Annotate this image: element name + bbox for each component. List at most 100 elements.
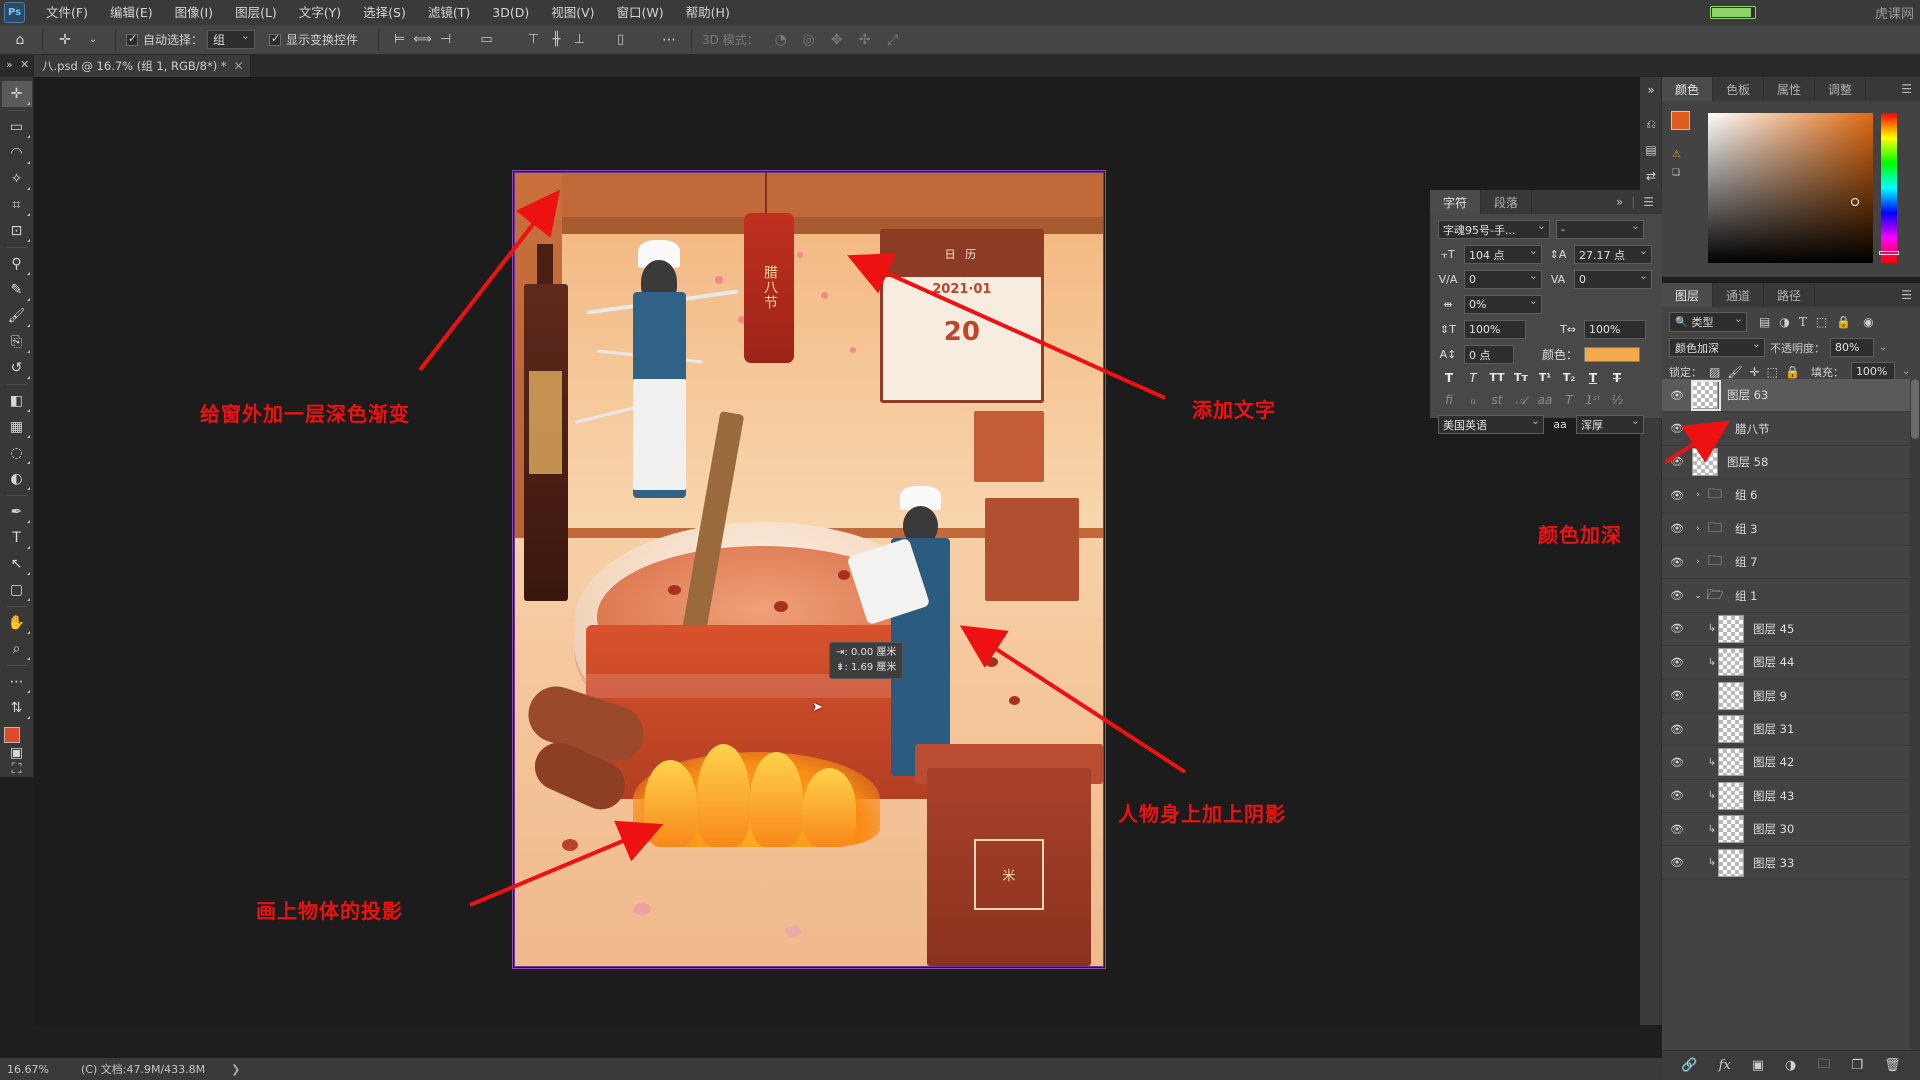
opacity-chevron-icon[interactable]: ⌄ [1879,342,1887,353]
move-tool-icon[interactable]: ✛ [1,81,32,107]
align-right-icon[interactable]: ⊣ [435,29,456,50]
close-icon[interactable]: ✕ [234,59,244,73]
tab-layers[interactable]: 图层 [1662,283,1714,307]
marquee-tool-icon[interactable]: ▭ [2,114,32,140]
shape-filter-icon[interactable]: ⬚ [1816,315,1827,329]
clone-stamp-tool-icon[interactable]: ⎘ [2,329,32,355]
show-transform-checkbox[interactable]: 显示变换控件 [269,31,358,48]
hue-slider-marker[interactable] [1879,251,1899,255]
menu-item-10[interactable]: 帮助(H) [675,0,741,25]
subscript-button[interactable]: T₂ [1559,371,1579,385]
panel-menu-icon[interactable]: ☰ [1901,82,1912,96]
tab-paths[interactable]: 路径 [1764,283,1816,307]
home-icon[interactable]: ⌂ [8,28,32,52]
anti-alias-dropdown[interactable]: 浑厚 [1576,414,1644,434]
brush-tool-icon[interactable]: 🖌 [2,303,32,329]
color-swatches[interactable] [3,727,30,751]
document-tab[interactable]: 八.psd @ 16.7% (组 1, RGB/8*) * ✕ [34,55,251,77]
smart-filter-icon[interactable]: 🔒 [1836,315,1851,329]
hand-tool-icon[interactable]: ✋ [2,610,32,636]
layer-name[interactable]: 图层 63 [1727,387,1768,403]
titling-alt-button[interactable]: aa [1535,393,1555,408]
layer-name[interactable]: 图层 42 [1753,754,1794,770]
layer-visibility-icon[interactable]: 👁 [1662,723,1692,736]
layer-visibility-icon[interactable]: 👁 [1662,589,1692,602]
underline-button[interactable]: T [1583,371,1603,385]
menu-item-4[interactable]: 文字(Y) [288,0,352,25]
layer-row[interactable]: 👁 ↳ 图层 33 [1662,846,1920,880]
layers-panel-menu[interactable]: ☰ [1893,283,1920,307]
layer-filter-type-dropdown[interactable]: 🔍 类型 [1669,312,1747,332]
layer-row[interactable]: 👁 › 🗀 组 6 [1662,479,1920,513]
menu-item-3[interactable]: 图层(L) [224,0,288,25]
layer-row[interactable]: 👁 T 腊八节 [1662,412,1920,446]
group-twisty-icon[interactable]: › [1692,490,1704,500]
zoom-tool-icon[interactable]: ⌕ [2,636,32,662]
superscript-button[interactable]: T¹ [1535,371,1555,385]
layer-thumbnail[interactable] [1718,614,1744,643]
more-options-icon[interactable]: ⋯ [657,28,681,52]
canvas-area[interactable]: 腊八节 日 历 2021·01 20 米 ⇥: 0.00 厘米 ⇟: 1.69 … [34,77,1642,1025]
lock-image-icon[interactable]: 🖌 [1727,365,1742,379]
layer-name[interactable]: 图层 31 [1753,721,1794,737]
layer-name[interactable]: 腊八节 [1735,421,1770,437]
discretionary-ligature-button[interactable]: ℴ [1463,393,1483,408]
dodge-tool-icon[interactable]: ◐ [2,466,32,492]
layer-visibility-icon[interactable]: 👁 [1662,556,1692,569]
layer-thumbnail[interactable] [1718,815,1744,844]
tracking-field[interactable]: 0 [1574,269,1652,289]
fill-chevron-icon[interactable]: ⌄ [1902,366,1910,377]
align-top-icon[interactable]: ⊤ [523,29,544,50]
layer-name[interactable]: 图层 9 [1753,688,1787,704]
standard-ligature-button[interactable]: fi [1439,393,1459,408]
opacity-field[interactable]: 80% [1830,338,1874,357]
menu-item-1[interactable]: 编辑(E) [99,0,164,25]
layers-scrollbar-thumb[interactable] [1911,379,1919,439]
layer-visibility-icon[interactable]: 👁 [1662,489,1692,502]
layer-thumbnail[interactable] [1718,781,1744,810]
artboard-illustration[interactable]: 腊八节 日 历 2021·01 20 米 [514,172,1104,967]
lock-transparency-icon[interactable]: ▨ [1709,365,1720,379]
font-style-dropdown[interactable]: - [1556,219,1644,239]
lock-position-icon[interactable]: ✛ [1750,365,1760,379]
expand-tabs-icon[interactable]: » [6,58,13,71]
close-tabs-icon[interactable]: ✕ [20,58,29,71]
new-group-icon[interactable]: 🗀 [1817,1055,1830,1077]
layer-list[interactable]: 👁 图层 63 👁 T 腊八节 👁 图层 58 👁 › 🗀 组 6 👁 › 🗀 组 3 👁 › 🗀 组 7 👁 ⌄ 🗁 组 … [1662,379,1920,1050]
healing-brush-tool-icon[interactable]: ✎ [2,277,32,303]
panel-menu-icon[interactable]: ☰ [1901,288,1912,302]
rectangle-tool-icon[interactable]: ▢ [2,577,32,603]
tab-color[interactable]: 颜色 [1662,77,1714,101]
path-selection-tool-icon[interactable]: ↖ [2,551,32,577]
auto-select-checkbox[interactable]: 自动选择： [126,31,203,48]
type-tool-icon[interactable]: T [2,525,32,551]
history-icon[interactable]: ⎌ [1640,111,1662,137]
more-tools-icon[interactable]: ⋯ [2,669,32,695]
layer-row[interactable]: 👁 图层 63 [1662,379,1920,413]
contextual-alt-button[interactable]: st [1487,393,1507,408]
tool-preset-chevron-icon[interactable]: ⌄ [81,28,105,52]
tab-adjustments[interactable]: 调整 [1815,77,1867,101]
tab-swatches[interactable]: 色板 [1713,77,1765,101]
eraser-tool-icon[interactable]: ◧ [2,388,32,414]
layer-row[interactable]: 👁 ↳ 图层 43 [1662,780,1920,814]
align-left-icon[interactable]: ⊨ [389,29,410,50]
pixel-filter-icon[interactable]: ▤ [1759,315,1770,329]
layer-mask-icon[interactable]: ▣ [1752,1058,1764,1073]
auto-select-check-icon[interactable] [126,32,138,46]
layer-name[interactable]: 图层 45 [1753,621,1794,637]
tab-properties[interactable]: 属性 [1764,77,1816,101]
tab-channels[interactable]: 通道 [1713,283,1765,307]
layer-thumbnail[interactable] [1718,715,1744,744]
collapse-dock-icon[interactable]: » [1640,77,1662,103]
layer-thumbnail[interactable] [1718,848,1744,877]
distribute-v-icon[interactable]: ▯ [610,29,631,50]
layer-name[interactable]: 图层 43 [1753,788,1794,804]
align-center-h-icon[interactable]: ⟺ [412,29,433,50]
blur-tool-icon[interactable]: ◌ [2,440,32,466]
stylistic-alt-button[interactable]: T [1559,393,1579,408]
leading-field[interactable]: 27.17 点 [1574,244,1652,264]
layer-row[interactable]: 👁 ⌄ 🗁 组 1 [1662,579,1920,613]
layer-name[interactable]: 图层 44 [1753,654,1794,670]
layer-style-fx-icon[interactable]: fx [1719,1058,1731,1073]
